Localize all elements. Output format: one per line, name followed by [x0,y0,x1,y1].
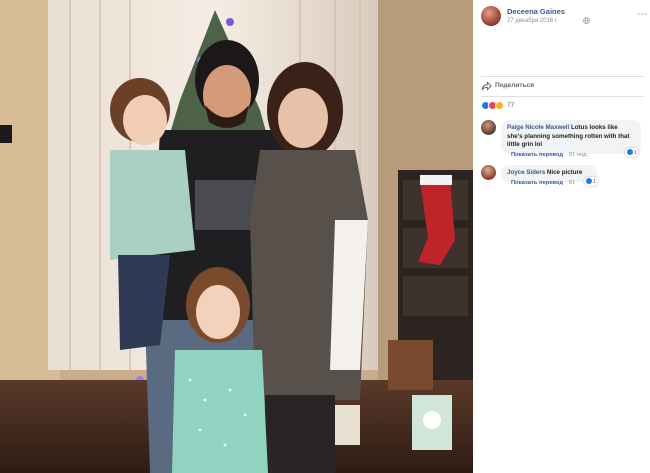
share-icon [481,81,492,91]
comment-avatar[interactable] [481,165,496,180]
post-header: Deceena Gaines 27 декабря 2016 г. ⋯ [481,6,647,28]
comment-author[interactable]: Paige Nicole Maxwell [507,124,569,131]
more-icon[interactable]: ⋯ [637,9,647,20]
comment-actions: Показать перевод 81 [511,180,575,186]
share-label: Поделиться [495,82,535,89]
comment-avatar[interactable] [481,120,496,135]
author-name[interactable]: Deceena Gaines [507,7,565,16]
comment-bubble: Paige Nicole Maxwell Lotus looks like sh… [501,120,641,154]
show-translation-link[interactable]: Показать перевод [511,152,563,158]
globe-icon [583,17,590,24]
comment-like-count: 1 [634,150,638,156]
comment-item: Joyce Siders Nice picture 1 Показать пер… [481,165,646,189]
comment-like-badge[interactable]: 1 [584,177,599,186]
share-button[interactable]: Поделиться [481,80,641,94]
reaction-count: 77 [507,102,515,109]
comment-time[interactable]: 81 [569,180,575,186]
family-photo-image [0,0,473,473]
show-translation-link[interactable]: Показать перевод [511,180,563,186]
comment-item: Paige Nicole Maxwell Lotus looks like sh… [481,120,646,164]
comment-time[interactable]: 81 нед. [569,152,588,158]
post-side-panel: Deceena Gaines 27 декабря 2016 г. ⋯ Поде… [473,0,650,473]
comment-author[interactable]: Joyce Siders [507,169,545,176]
post-photo[interactable] [0,0,473,473]
like-icon [627,149,633,155]
divider [481,76,644,77]
comment-actions: Показать перевод 81 нед. [511,152,588,158]
comment-text: Nice picture [546,169,583,176]
comment-like-count: 1 [593,179,597,185]
comment-like-badge[interactable]: 1 [625,148,640,157]
haha-reaction-icon [495,101,504,110]
divider [481,96,644,97]
like-icon [586,178,592,184]
post-date[interactable]: 27 декабря 2016 г. [507,18,558,24]
reactions-summary[interactable]: 77 [481,100,601,112]
author-avatar[interactable] [481,6,501,26]
